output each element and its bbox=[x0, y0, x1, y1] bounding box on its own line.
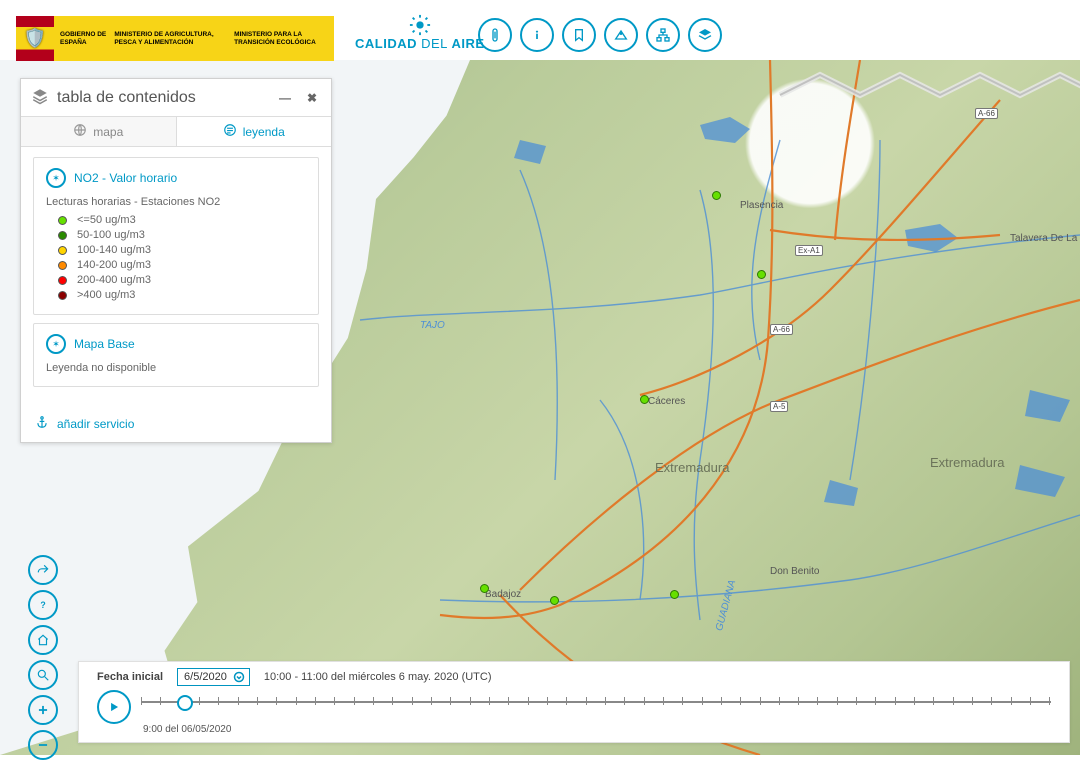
toc-panel: tabla de contenidos — ✖ mapa leyenda ✶ N… bbox=[20, 78, 332, 443]
top-toolbar bbox=[478, 18, 722, 52]
spain-flag-icon: 🛡️ bbox=[16, 16, 54, 61]
legend-class: 200-400 ug/m3 bbox=[58, 274, 306, 286]
layers-icon bbox=[31, 87, 49, 108]
tab-legend-label: leyenda bbox=[243, 125, 285, 139]
legend-class-label: 100-140 ug/m3 bbox=[77, 244, 151, 256]
home-button[interactable] bbox=[28, 625, 58, 655]
measurements-button[interactable] bbox=[478, 18, 512, 52]
gov-text-3: MINISTERIO PARA LA TRANSICIÓN ECOLÓGICA bbox=[234, 31, 328, 47]
legend-swatch bbox=[58, 291, 67, 300]
timebar-label: Fecha inicial bbox=[97, 671, 163, 683]
add-service-button[interactable]: añadir servicio bbox=[21, 405, 331, 442]
legend-class: <=50 ug/m3 bbox=[58, 214, 306, 226]
time-slider-panel: Fecha inicial 6/5/2020 10:00 - 11:00 del… bbox=[78, 661, 1070, 743]
brand-text-1: CALIDAD bbox=[355, 36, 417, 51]
legend-layer-no2: ✶ NO2 - Valor horario Lecturas horarias … bbox=[33, 157, 319, 315]
timebar-range-text: 10:00 - 11:00 del miércoles 6 may. 2020 … bbox=[264, 671, 492, 683]
network-button[interactable] bbox=[646, 18, 680, 52]
timebar-caption: 9:00 del 06/05/2020 bbox=[143, 724, 1051, 735]
legend-swatch bbox=[58, 276, 67, 285]
slider-handle[interactable] bbox=[177, 695, 193, 711]
layer-basemap-note: Leyenda no disponible bbox=[46, 362, 306, 374]
station-marker[interactable] bbox=[757, 270, 766, 279]
layers-button[interactable] bbox=[688, 18, 722, 52]
svg-text:?: ? bbox=[40, 600, 45, 610]
legend-layer-basemap: ✶ Mapa Base Leyenda no disponible bbox=[33, 323, 319, 387]
slider-ticks bbox=[141, 697, 1051, 707]
anchor-icon bbox=[35, 415, 49, 432]
legend-class-label: <=50 ug/m3 bbox=[77, 214, 136, 226]
fan-icon: ✶ bbox=[46, 168, 66, 188]
add-service-label: añadir servicio bbox=[57, 417, 134, 431]
tab-legend[interactable]: leyenda bbox=[177, 117, 332, 146]
legend-swatch bbox=[58, 231, 67, 240]
fan-icon: ✶ bbox=[46, 334, 66, 354]
search-button[interactable] bbox=[28, 660, 58, 690]
zoom-in-button[interactable] bbox=[28, 695, 58, 725]
chevron-down-icon bbox=[233, 671, 245, 686]
government-logo-strip: 🛡️ GOBIERNO DE ESPAÑA MINISTERIO DE AGRI… bbox=[16, 16, 334, 61]
legend-icon bbox=[223, 123, 237, 140]
time-slider[interactable] bbox=[141, 693, 1051, 721]
share-button[interactable] bbox=[28, 555, 58, 585]
side-toolbar: ? bbox=[28, 555, 58, 760]
gov-text-1: GOBIERNO DE ESPAÑA bbox=[60, 31, 106, 47]
toc-close-button[interactable]: ✖ bbox=[303, 91, 321, 105]
tab-map[interactable]: mapa bbox=[21, 117, 177, 146]
header-bar: 🛡️ GOBIERNO DE ESPAÑA MINISTERIO DE AGRI… bbox=[0, 0, 1080, 60]
toc-minimize-button[interactable]: — bbox=[275, 91, 295, 105]
tab-map-label: mapa bbox=[93, 125, 123, 139]
bookmark-button[interactable] bbox=[562, 18, 596, 52]
station-marker[interactable] bbox=[550, 596, 559, 605]
layer-basemap-title: Mapa Base bbox=[74, 337, 135, 351]
legend-class: 100-140 ug/m3 bbox=[58, 244, 306, 256]
toc-title: tabla de contenidos bbox=[57, 89, 267, 107]
station-marker[interactable] bbox=[640, 395, 649, 404]
legend-class-label: 50-100 ug/m3 bbox=[77, 229, 145, 241]
brand-text-mid: DEL bbox=[417, 36, 452, 51]
legend-swatch bbox=[58, 216, 67, 225]
station-marker[interactable] bbox=[670, 590, 679, 599]
app-brand: CALIDAD DEL AIRE bbox=[355, 14, 485, 51]
sun-icon bbox=[409, 14, 431, 36]
legend-swatch bbox=[58, 246, 67, 255]
play-button[interactable] bbox=[97, 690, 131, 724]
station-marker[interactable] bbox=[712, 191, 721, 200]
legend-swatch bbox=[58, 261, 67, 270]
globe-icon bbox=[73, 123, 87, 140]
layer-no2-subtitle: Lecturas horarias - Estaciones NO2 bbox=[46, 196, 306, 208]
date-picker[interactable]: 6/5/2020 bbox=[177, 668, 250, 686]
station-marker[interactable] bbox=[480, 584, 489, 593]
legend-class: 140-200 ug/m3 bbox=[58, 259, 306, 271]
gov-text-2: MINISTERIO DE AGRICULTURA, PESCA Y ALIME… bbox=[114, 31, 226, 47]
layer-no2-title: NO2 - Valor horario bbox=[74, 171, 177, 185]
legend-class: 50-100 ug/m3 bbox=[58, 229, 306, 241]
legend-class: >400 ug/m3 bbox=[58, 289, 306, 301]
date-value: 6/5/2020 bbox=[184, 671, 227, 683]
basemap-button[interactable] bbox=[604, 18, 638, 52]
info-button[interactable] bbox=[520, 18, 554, 52]
legend-class-label: >400 ug/m3 bbox=[77, 289, 135, 301]
help-button[interactable]: ? bbox=[28, 590, 58, 620]
legend-class-label: 200-400 ug/m3 bbox=[77, 274, 151, 286]
legend-class-label: 140-200 ug/m3 bbox=[77, 259, 151, 271]
zoom-out-button[interactable] bbox=[28, 730, 58, 760]
